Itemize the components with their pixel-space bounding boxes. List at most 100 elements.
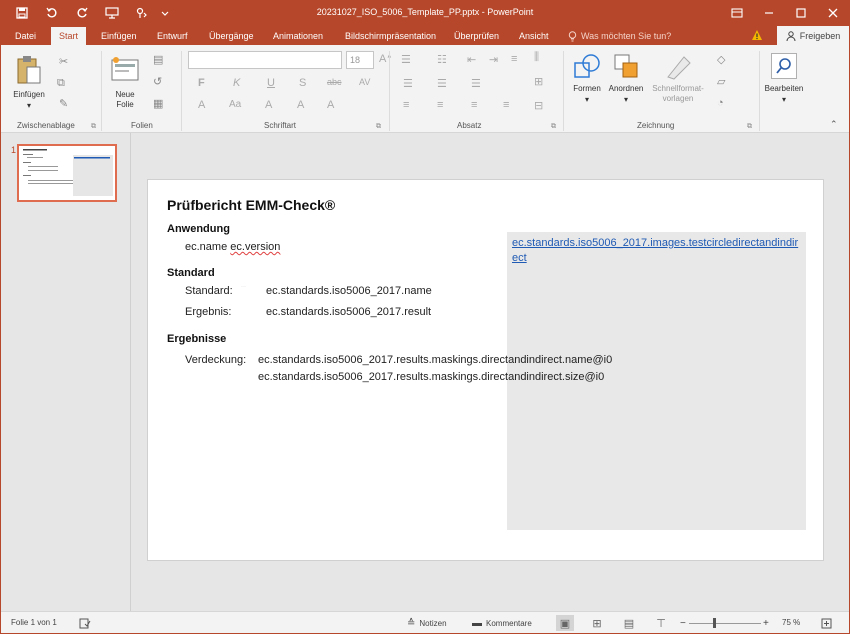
result-label[interactable]: Ergebnis: (185, 306, 231, 318)
slide-sorter-icon[interactable]: ⊞ (588, 615, 606, 631)
paragraph-launcher-icon[interactable]: ⧉ (551, 123, 556, 131)
close-icon[interactable] (817, 1, 849, 25)
font-launcher-icon[interactable]: ⧉ (376, 123, 381, 131)
bold-button[interactable]: F (198, 77, 205, 89)
comments-button[interactable]: ▬ Kommentare (472, 618, 532, 629)
tab-ansicht[interactable]: Ansicht (511, 27, 557, 45)
shadow-button[interactable]: S (299, 77, 306, 89)
undo-icon[interactable] (39, 4, 65, 22)
standard-value[interactable]: ec.standards.iso5006_2017.name (266, 285, 432, 297)
arrange-button[interactable]: Anordnen ▾ (605, 51, 647, 117)
reading-view-icon[interactable]: ▤ (620, 615, 638, 631)
section-heading-anwendung[interactable]: Anwendung (167, 223, 230, 235)
masking-label[interactable]: Verdeckung: (185, 354, 246, 366)
tab-animationen[interactable]: Animationen (265, 27, 331, 45)
increase-font-icon[interactable]: A (265, 99, 272, 111)
tell-me-box[interactable]: Was möchten Sie tun? (568, 27, 671, 45)
minimize-icon[interactable] (753, 1, 785, 25)
zoom-out-icon[interactable]: − (680, 618, 686, 629)
smartart-icon[interactable]: ⊟ (534, 99, 543, 112)
align-left-icon[interactable]: ☰ (403, 77, 413, 90)
ribbon-display-icon[interactable] (721, 1, 753, 25)
decrease-font-icon[interactable]: A (297, 99, 304, 111)
paragraph-extra-icon[interactable]: ≡ (503, 99, 509, 111)
fit-to-window-icon[interactable] (821, 618, 832, 629)
layout-icon[interactable]: ▤ (153, 53, 163, 66)
drawing-launcher-icon[interactable]: ⧉ (747, 123, 752, 131)
align-text-icon[interactable]: ⊞ (534, 75, 543, 88)
tab-datei[interactable]: Datei (7, 27, 44, 45)
bullets-icon[interactable]: ☰ (401, 53, 411, 66)
align-right-icon[interactable]: ≡ (403, 99, 409, 111)
increase-indent-icon[interactable]: ⇥ (489, 53, 498, 66)
reset-icon[interactable]: ↺ (153, 75, 162, 88)
result-value[interactable]: ec.standards.iso5006_2017.result (266, 306, 431, 318)
application-line[interactable]: ec.name ec.version (185, 241, 280, 253)
shape-fill-icon[interactable]: ◇ (717, 53, 725, 66)
spellcheck-icon[interactable] (79, 618, 91, 629)
font-size-input[interactable]: 18 (346, 51, 374, 69)
masking-name-value[interactable]: ec.standards.iso5006_2017.results.maskin… (258, 354, 612, 366)
new-slide-button[interactable]: Neue Folie (107, 53, 143, 119)
clipboard-launcher-icon[interactable]: ⧉ (91, 123, 96, 131)
paste-button[interactable]: Einfügen ▾ (9, 53, 49, 119)
clear-format-icon[interactable]: A (327, 99, 334, 111)
zoom-slider-thumb[interactable] (713, 618, 716, 628)
save-icon[interactable] (9, 4, 35, 22)
zoom-slider[interactable] (689, 623, 761, 624)
decrease-indent-icon[interactable]: ⇤ (467, 53, 476, 66)
image-link[interactable]: ec.standards.iso5006_2017.images.testcir… (512, 236, 804, 266)
collapse-ribbon-icon[interactable]: ⌃ (830, 119, 838, 130)
change-case-icon[interactable]: Aa (229, 99, 241, 110)
tab-bildschirmpraesentation[interactable]: Bildschirmpräsentation (337, 27, 444, 45)
notes-button[interactable]: ≙ Notizen (407, 618, 447, 629)
font-name-input[interactable] (188, 51, 342, 69)
edit-button[interactable]: Bearbeiten ▾ (763, 51, 805, 117)
shapes-button[interactable]: Formen ▾ (569, 51, 605, 117)
standard-label[interactable]: Standard: (185, 285, 233, 297)
align-center-icon[interactable]: ☰ (437, 77, 447, 90)
quick-styles-button[interactable]: Schnellformat-vorlagen (648, 51, 708, 117)
text-direction-icon[interactable]: ⫼ (534, 51, 539, 64)
copy-icon[interactable]: ⧉ (57, 77, 65, 90)
redo-icon[interactable] (69, 4, 95, 22)
slide-title[interactable]: Prüfbericht EMM-Check® (167, 197, 335, 213)
slideshow-icon[interactable]: ⊤ (652, 615, 670, 631)
maximize-icon[interactable] (785, 1, 817, 25)
format-painter-icon[interactable]: ✎ (59, 97, 68, 110)
slide-thumbnail[interactable] (17, 144, 117, 202)
zoom-level[interactable]: 75 % (782, 618, 800, 627)
tab-uebergaenge[interactable]: Übergänge (201, 27, 262, 45)
normal-view-icon[interactable]: ▣ (556, 615, 574, 631)
shape-outline-icon[interactable]: ▱ (717, 75, 725, 88)
line-spacing-icon[interactable]: ≡ (511, 53, 517, 65)
tab-ueberpruefen[interactable]: Überprüfen (446, 27, 507, 45)
justify-icon[interactable]: ≡ (437, 99, 443, 111)
cut-icon[interactable]: ✂ (59, 55, 68, 68)
tab-entwurf[interactable]: Entwurf (149, 27, 196, 45)
section-heading-ergebnisse[interactable]: Ergebnisse (167, 333, 226, 345)
section-icon[interactable]: ▦ (153, 97, 163, 110)
font-color-icon[interactable]: A (198, 99, 205, 111)
zoom-in-icon[interactable]: + (763, 618, 769, 629)
grow-font-icon[interactable]: A▲ (379, 53, 392, 65)
share-button[interactable]: Freigeben (777, 26, 849, 45)
char-spacing-button[interactable]: AV (359, 77, 370, 87)
slide-count[interactable]: Folie 1 von 1 (11, 618, 57, 627)
slide-canvas[interactable]: Prüfbericht EMM-Check® Anwendung ec.name… (147, 179, 824, 561)
masking-size-value[interactable]: ec.standards.iso5006_2017.results.maskin… (258, 371, 604, 383)
presenter-icon[interactable] (99, 4, 125, 22)
shape-effects-icon[interactable]: ◔ (717, 97, 724, 109)
customize-icon[interactable] (159, 4, 171, 22)
tab-einfuegen[interactable]: Einfügen (93, 27, 145, 45)
tab-start[interactable]: Start (51, 27, 87, 45)
strikethrough-button[interactable]: abc (327, 77, 342, 87)
columns-icon[interactable]: ☰ (471, 77, 481, 90)
warning-icon[interactable] (751, 29, 763, 41)
numbering-icon[interactable]: ☷ (437, 53, 447, 66)
underline-button[interactable]: U (267, 77, 275, 89)
touch-mode-icon[interactable] (129, 4, 155, 22)
distribute-icon[interactable]: ≡ (471, 99, 477, 111)
italic-button[interactable]: K (233, 77, 240, 89)
section-heading-standard[interactable]: Standard (167, 267, 215, 279)
